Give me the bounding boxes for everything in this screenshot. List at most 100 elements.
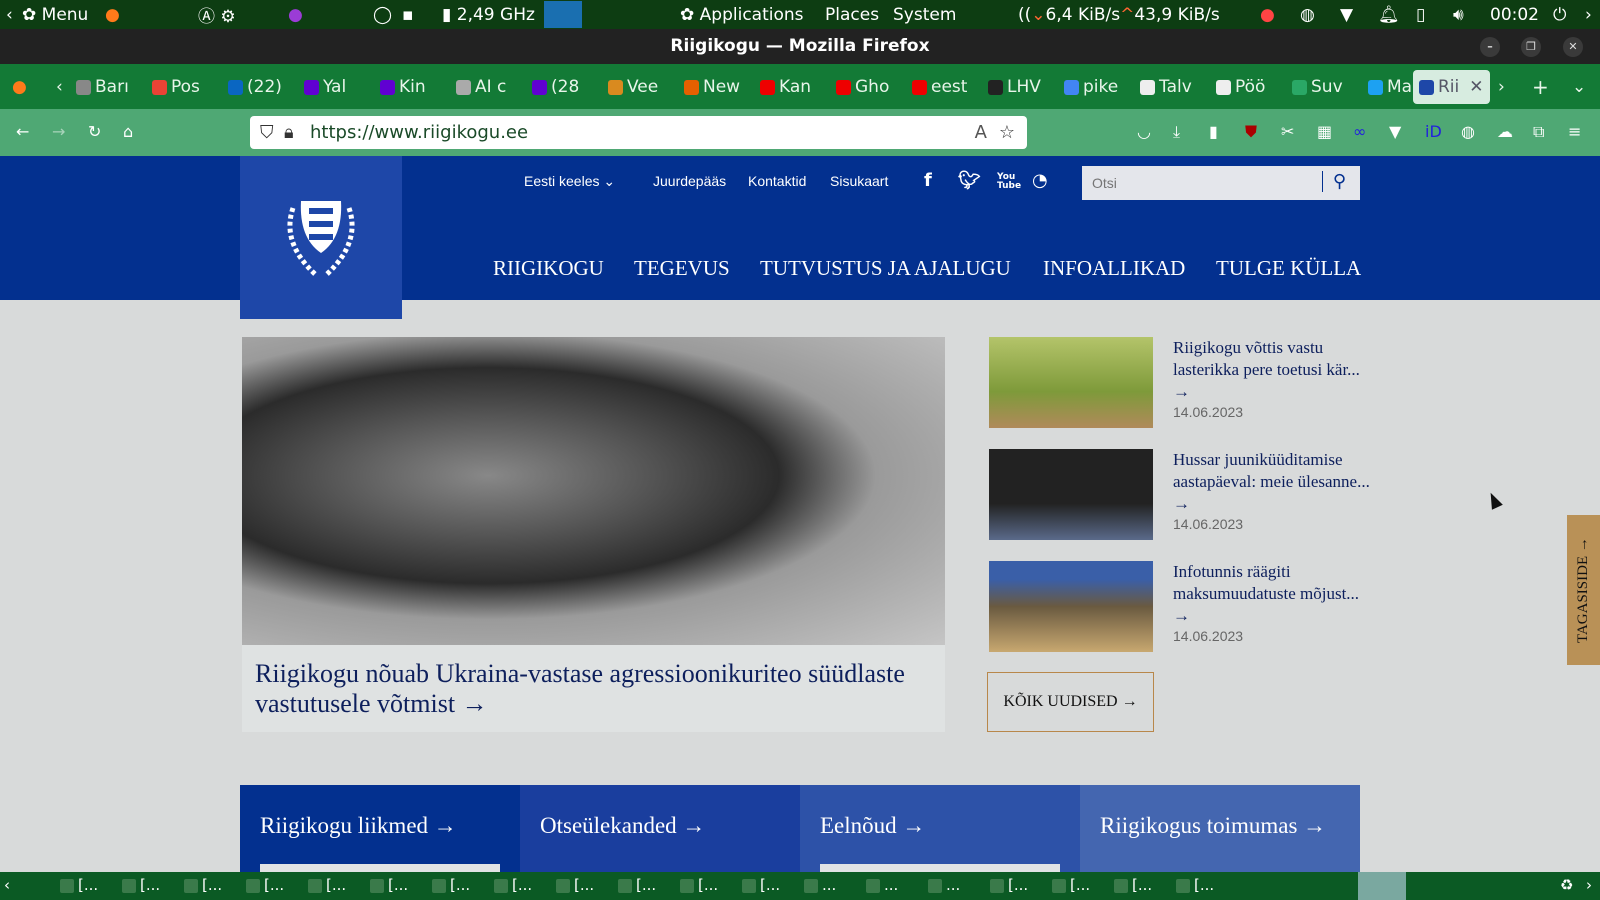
places-menu[interactable]: Places: [825, 5, 879, 25]
system-menu[interactable]: System: [893, 5, 956, 25]
link-extension-icon[interactable]: ∞: [1353, 122, 1366, 141]
taskbar-window-button[interactable]: [...: [556, 876, 594, 896]
tab[interactable]: Barı: [76, 70, 129, 104]
news-item[interactable]: Infotunnis räägiti maksumuudatuste mõjus…: [989, 561, 1379, 656]
pocket-icon[interactable]: ◡: [1137, 122, 1151, 141]
link-sisukaart[interactable]: Sisukaart: [830, 173, 888, 189]
link-kontaktid[interactable]: Kontaktid: [748, 173, 806, 189]
tab[interactable]: Pos: [152, 70, 200, 104]
nav-tulge-kulla[interactable]: TULGE KÜLLA: [1216, 256, 1361, 281]
news-item[interactable]: Riigikogu võttis vastu lasterikka pere t…: [989, 337, 1379, 432]
riigikogu-logo[interactable]: [240, 156, 402, 319]
back-button[interactable]: ←: [16, 122, 29, 141]
news-title[interactable]: Infotunnis räägiti maksumuudatuste mõjus…: [1173, 561, 1373, 627]
extensions-puzzle-icon[interactable]: ⧉: [1533, 122, 1544, 142]
panel-left-arrow[interactable]: ‹: [6, 5, 13, 25]
taskbar-active-firefox[interactable]: [1358, 872, 1406, 900]
nav-tutvustus[interactable]: TUTVUSTUS JA AJALUGU: [760, 256, 1011, 281]
power-icon[interactable]: ⏻: [1553, 5, 1566, 25]
firefox-view-icon[interactable]: ●: [12, 70, 27, 104]
applications-menu[interactable]: ✿ Applications: [680, 5, 804, 25]
lock-icon[interactable]: 🔒︎: [284, 116, 294, 149]
tab[interactable]: New: [684, 70, 740, 104]
launcher-icon[interactable]: Ⓐ ⚙: [198, 2, 236, 27]
taskbar-right-arrow[interactable]: ›: [1586, 876, 1592, 896]
tab[interactable]: Pöö: [1216, 70, 1265, 104]
all-news-button[interactable]: KÕIK UUDISED →: [987, 672, 1154, 732]
tabs-scroll-left[interactable]: ‹: [56, 70, 63, 104]
tab[interactable]: (28: [532, 70, 579, 104]
tile-eelnoud[interactable]: Eelnõud →: [800, 785, 1080, 872]
hero-image[interactable]: [242, 337, 945, 645]
new-tab-button[interactable]: +: [1532, 70, 1549, 104]
vpn-extension-icon[interactable]: ◍: [1461, 122, 1475, 141]
nav-tegevus[interactable]: TEGEVUS: [634, 256, 730, 281]
search-icon[interactable]: ⚲: [1321, 171, 1346, 192]
vtr-extension-icon[interactable]: ▦: [1317, 122, 1332, 141]
home-button[interactable]: ⌂: [123, 122, 133, 141]
taskbar-window-button[interactable]: [...: [1052, 876, 1090, 896]
taskbar-window-button[interactable]: [...: [246, 876, 284, 896]
downloads-icon[interactable]: ⤓: [1173, 122, 1180, 142]
ublock-icon[interactable]: ⛊: [1245, 122, 1257, 142]
news-item[interactable]: Hussar juuniküüditamise aastapäeval: mei…: [989, 449, 1379, 544]
facebook-icon[interactable]: f: [924, 170, 932, 191]
opera-icon[interactable]: ◯: [373, 5, 392, 25]
extension-icon[interactable]: ☁: [1497, 122, 1513, 141]
url-text[interactable]: https://www.riigikogu.ee: [310, 122, 528, 143]
close-window-button[interactable]: ✕: [1563, 37, 1583, 57]
translate-icon[interactable]: A: [975, 116, 987, 149]
clock[interactable]: 00:02: [1490, 5, 1539, 25]
tab[interactable]: eest: [912, 70, 967, 104]
filter-extension-icon[interactable]: ▼: [1389, 122, 1401, 141]
nav-infoallikad[interactable]: INFOALLIKAD: [1043, 256, 1185, 281]
twitter-icon[interactable]: 🐦︎: [958, 170, 981, 191]
tile-riigikogus-toimumas[interactable]: Riigikogus toimumas →: [1080, 785, 1360, 872]
feedback-tab[interactable]: TAGASISIDE →: [1567, 515, 1600, 665]
language-selector[interactable]: Eesti keeles ⌄: [524, 173, 615, 190]
tile-riigikogu-liikmed[interactable]: Riigikogu liikmed →: [240, 785, 520, 872]
tab[interactable]: pike: [1064, 70, 1118, 104]
minimize-button[interactable]: –: [1480, 37, 1500, 57]
hamburger-menu-icon[interactable]: ≡: [1568, 122, 1581, 141]
taskbar-window-button[interactable]: [...: [742, 876, 780, 896]
volume-icon[interactable]: 🔊︎: [1453, 5, 1464, 25]
youtube-icon[interactable]: You Tube: [997, 173, 1021, 191]
extension-icon[interactable]: ✂: [1281, 122, 1294, 141]
taskbar-window-button[interactable]: ...: [928, 876, 960, 896]
bell-icon[interactable]: 🔔︎: [1378, 5, 1400, 25]
terminal-icon[interactable]: ▪: [402, 5, 414, 25]
rss-icon[interactable]: ◔: [1032, 170, 1048, 191]
tab[interactable]: LHV: [988, 70, 1041, 104]
tab[interactable]: Kan: [760, 70, 811, 104]
id-extension-icon[interactable]: iD: [1425, 122, 1442, 141]
tab[interactable]: Talv: [1140, 70, 1192, 104]
tab[interactable]: Rii ✕: [1413, 70, 1490, 104]
tray-icon[interactable]: ◍: [1300, 5, 1315, 25]
taskbar-window-button[interactable]: [...: [990, 876, 1028, 896]
menu-button[interactable]: ✿ Menu: [22, 5, 88, 25]
taskbar-window-button[interactable]: [...: [308, 876, 346, 896]
taskbar-window-button[interactable]: [...: [184, 876, 222, 896]
taskbar-window-button[interactable]: [...: [494, 876, 532, 896]
tab[interactable]: Kin: [380, 70, 426, 104]
url-bar[interactable]: ⛉ 🔒︎ https://www.riigikogu.ee A ☆: [250, 116, 1027, 149]
taskbar-window-button[interactable]: [...: [122, 876, 160, 896]
tab[interactable]: Yal: [304, 70, 346, 104]
panel-right-arrow[interactable]: ›: [1585, 5, 1592, 25]
firefox-launcher-icon[interactable]: ●: [105, 5, 120, 25]
tile-otseulekanded[interactable]: Otseülekanded →: [520, 785, 800, 872]
search-input[interactable]: [1082, 166, 1302, 200]
taskbar-window-button[interactable]: [...: [370, 876, 408, 896]
news-title[interactable]: Hussar juuniküüditamise aastapäeval: mei…: [1173, 449, 1373, 515]
taskbar-window-button[interactable]: ...: [804, 876, 836, 896]
wifi-icon[interactable]: ▼: [1340, 5, 1353, 25]
tor-icon[interactable]: ●: [288, 5, 303, 25]
news-thumbnail[interactable]: [989, 561, 1153, 652]
news-title[interactable]: Riigikogu võttis vastu lasterikka pere t…: [1173, 337, 1373, 403]
tab[interactable]: Mar: [1368, 70, 1419, 104]
battery-icon[interactable]: ▯: [1416, 5, 1425, 25]
hero-article[interactable]: Riigikogu nõuab Ukraina-vastase agressio…: [242, 337, 945, 732]
forward-button[interactable]: →: [52, 122, 65, 141]
notification-app-icon[interactable]: ●: [1260, 5, 1275, 25]
